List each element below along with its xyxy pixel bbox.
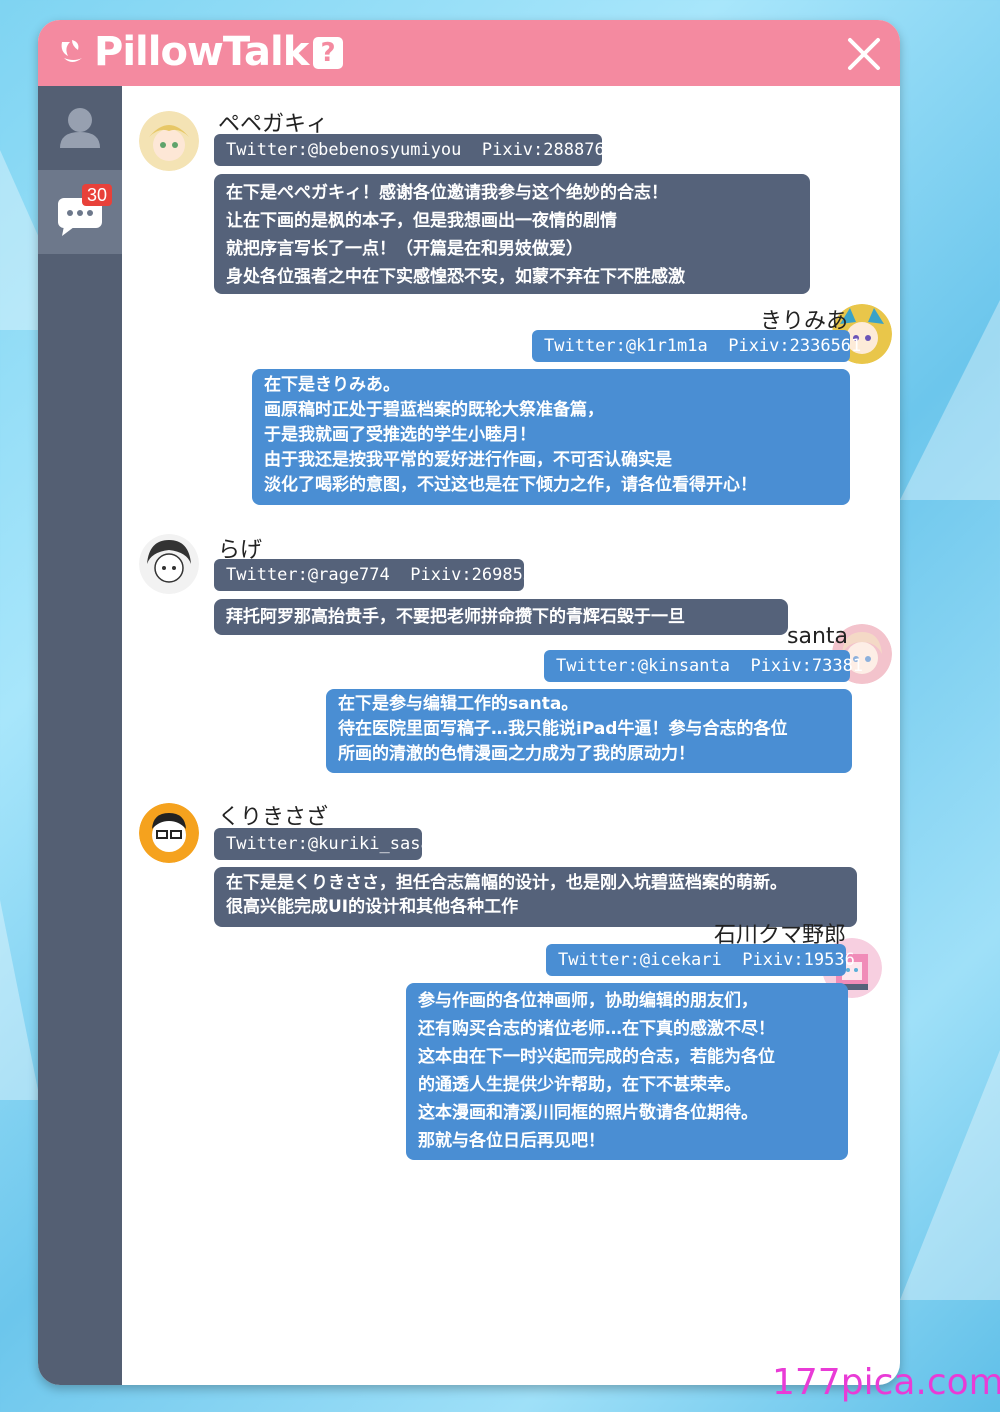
- title-bar: PillowTalk ?: [38, 20, 900, 86]
- logo-icon: [61, 40, 82, 62]
- sender-name: santa: [787, 624, 848, 649]
- avatar: [139, 534, 199, 594]
- message-line: 由于我还是按我平常的爱好进行作画，不可否认确实是: [264, 450, 672, 470]
- message-line: 那就与各位日后再见吧！: [418, 1131, 605, 1151]
- background-triangle: [900, 300, 1000, 500]
- message-line: 让在下画的是枫的本子，但是我想画出一夜情的剧情: [226, 211, 617, 231]
- message-line: 这本由在下一时兴起而完成的合志，若能为各位: [418, 1047, 775, 1067]
- unread-count-badge: 30: [82, 184, 113, 206]
- message-line: 还有购买合志的诸位老师…在下真的感激不尽！: [418, 1019, 775, 1039]
- user-icon: [60, 108, 100, 148]
- message-bubble: 在下是きりみあ。 画原稿时正处于碧蓝档案的既轮大祭准备篇， 于是我就画了受推选的…: [252, 369, 850, 505]
- app-title: PillowTalk: [94, 29, 309, 75]
- message-bubble: 在下是参与编辑工作的santa。 待在医院里面写稿子…我只能说iPad牛逼！参与…: [326, 689, 852, 773]
- message-bubble: 拜托阿罗那高抬贵手，不要把老师拼命攒下的青辉石毁于一旦: [214, 599, 788, 635]
- message-line: 待在医院里面写稿子…我只能说iPad牛逼！参与合志的各位: [338, 719, 788, 739]
- chat-window: PillowTalk ? 30 ペペガキィ Twitter:@bebenosyu…: [38, 20, 900, 1385]
- message-line: 所画的清澈的色情漫画之力成为了我的原动力！: [338, 744, 695, 764]
- avatar: [139, 111, 199, 171]
- message-line: 在下是是くりきささ，担任合志篇幅的设计，也是刚入坑碧蓝档案的萌新。: [226, 873, 787, 893]
- sender-tag: Twitter:@icekari Pixiv:19536: [546, 944, 855, 976]
- background-triangle: [0, 900, 40, 1100]
- message-line: 的通透人生提供少许帮助，在下不甚荣幸。: [418, 1075, 741, 1095]
- avatar: [139, 803, 199, 863]
- message-line: 就把序言写长了一点！（开篇是在和男妓做爱）: [226, 239, 583, 259]
- sender-tag: Twitter:@kinsanta Pixiv:73381: [544, 650, 863, 682]
- sender-name: くりきさざ: [218, 805, 329, 830]
- sidebar: 30: [38, 86, 122, 1385]
- sender-tag: Twitter:@rage774 Pixiv:269853: [214, 559, 533, 591]
- message-line: 在下是ぺぺガキィ！感谢各位邀请我参与这个绝妙的合志！: [226, 183, 668, 203]
- message-line: 淡化了喝彩的意图，不过这也是在下倾力之作，请各位看得开心！: [264, 475, 757, 495]
- help-icon[interactable]: ?: [313, 37, 343, 69]
- message-line: 参与作画的各位神画师，协助编辑的朋友们，: [418, 991, 758, 1011]
- message-line: 画原稿时正处于碧蓝档案的既轮大祭准备篇，: [264, 400, 604, 420]
- message-bubble: 参与作画的各位神画师，协助编辑的朋友们， 还有购买合志的诸位老师…在下真的感激不…: [406, 983, 848, 1160]
- message-bubble: 在下是ぺぺガキィ！感谢各位邀请我参与这个绝妙的合志！ 让在下画的是枫的本子，但是…: [214, 174, 810, 294]
- message-line: 在下是きりみあ。: [264, 375, 400, 395]
- message-line: 在下是参与编辑工作的santa。: [338, 694, 579, 714]
- watermark: 177pica.com: [772, 1362, 1000, 1403]
- chat-bubble-icon: [58, 198, 102, 236]
- message-line: 很高兴能完成UI的设计和其他各种工作: [226, 897, 519, 917]
- close-icon[interactable]: [846, 36, 882, 72]
- message-line: 拜托阿罗那高抬贵手，不要把老师拼命攒下的青辉石毁于一旦: [226, 607, 685, 627]
- message-line: 于是我就画了受推选的学生小睦月！: [264, 425, 536, 445]
- message-line: 身处各位强者之中在下实感惶恐不安，如蒙不弃在下不胜感激: [226, 267, 685, 287]
- sender-tag: Twitter:@k1r1m1a Pixiv:2336561: [532, 330, 861, 362]
- sidebar-item-profile[interactable]: [38, 86, 122, 170]
- sidebar-item-chat[interactable]: [38, 170, 122, 254]
- background-triangle: [900, 1050, 1000, 1300]
- sender-tag: Twitter:@kuriki_sasa: [214, 828, 431, 860]
- sender-tag: Twitter:@bebenosyumiyou Pixiv:2888764: [214, 134, 615, 166]
- message-line: 这本漫画和清溪川同框的照片敬请各位期待。: [418, 1103, 758, 1123]
- message-list: ペペガキィ Twitter:@bebenosyumiyou Pixiv:2888…: [122, 86, 900, 1385]
